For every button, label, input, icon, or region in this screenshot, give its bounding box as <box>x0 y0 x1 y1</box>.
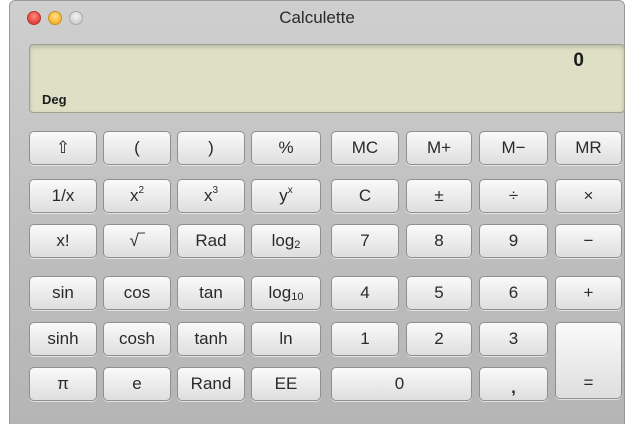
digit-5-button[interactable]: 5 <box>406 276 472 310</box>
factorial-button[interactable]: x! <box>29 224 97 258</box>
tanh-button[interactable]: tanh <box>177 322 245 356</box>
log2-button[interactable]: log 2 <box>251 224 321 258</box>
reciprocal-button[interactable]: 1/x <box>29 179 97 213</box>
angle-mode-indicator: Deg <box>42 92 67 107</box>
clear-button[interactable]: C <box>331 179 399 213</box>
square-root-button[interactable]: √‾ <box>103 224 171 258</box>
decimal-button[interactable]: , <box>479 367 548 401</box>
ee-button[interactable]: EE <box>251 367 321 401</box>
digit-7-button[interactable]: 7 <box>331 224 399 258</box>
calculator-window: Calculette 0 Deg ⇧ ( ) % MC M+ M− MR 1/x… <box>9 0 625 424</box>
memory-add-button[interactable]: M+ <box>406 131 472 165</box>
digit-3-button[interactable]: 3 <box>479 322 548 356</box>
sin-button[interactable]: sin <box>29 276 97 310</box>
plus-button[interactable]: + <box>555 276 622 310</box>
window-title: Calculette <box>279 8 355 27</box>
digit-0-button[interactable]: 0 <box>331 367 472 401</box>
open-paren-button[interactable]: ( <box>103 131 171 165</box>
display-panel: 0 Deg <box>29 44 625 113</box>
memory-subtract-button[interactable]: M− <box>479 131 548 165</box>
shift-button[interactable]: ⇧ <box>29 131 97 165</box>
digit-6-button[interactable]: 6 <box>479 276 548 310</box>
square-button[interactable]: x2 <box>103 179 171 213</box>
digit-9-button[interactable]: 9 <box>479 224 548 258</box>
pi-button[interactable]: π <box>29 367 97 401</box>
rad-button[interactable]: Rad <box>177 224 245 258</box>
close-paren-button[interactable]: ) <box>177 131 245 165</box>
power-button[interactable]: yx <box>251 179 321 213</box>
digit-4-button[interactable]: 4 <box>331 276 399 310</box>
memory-recall-button[interactable]: MR <box>555 131 622 165</box>
cube-button[interactable]: x3 <box>177 179 245 213</box>
e-button[interactable]: e <box>103 367 171 401</box>
plus-minus-button[interactable]: ± <box>406 179 472 213</box>
display-value: 0 <box>573 50 584 71</box>
rand-button[interactable]: Rand <box>177 367 245 401</box>
cosh-button[interactable]: cosh <box>103 322 171 356</box>
shift-icon: ⇧ <box>55 138 71 157</box>
memory-clear-button[interactable]: MC <box>331 131 399 165</box>
log10-button[interactable]: log 10 <box>251 276 321 310</box>
digit-1-button[interactable]: 1 <box>331 322 399 356</box>
ln-button[interactable]: ln <box>251 322 321 356</box>
sinh-button[interactable]: sinh <box>29 322 97 356</box>
title-bar: Calculette <box>10 1 624 37</box>
cos-button[interactable]: cos <box>103 276 171 310</box>
multiply-button[interactable]: × <box>555 179 622 213</box>
tan-button[interactable]: tan <box>177 276 245 310</box>
equals-button[interactable]: = <box>555 322 622 399</box>
digit-8-button[interactable]: 8 <box>406 224 472 258</box>
minus-button[interactable]: − <box>555 224 622 258</box>
divide-button[interactable]: ÷ <box>479 179 548 213</box>
percent-button[interactable]: % <box>251 131 321 165</box>
digit-2-button[interactable]: 2 <box>406 322 472 356</box>
